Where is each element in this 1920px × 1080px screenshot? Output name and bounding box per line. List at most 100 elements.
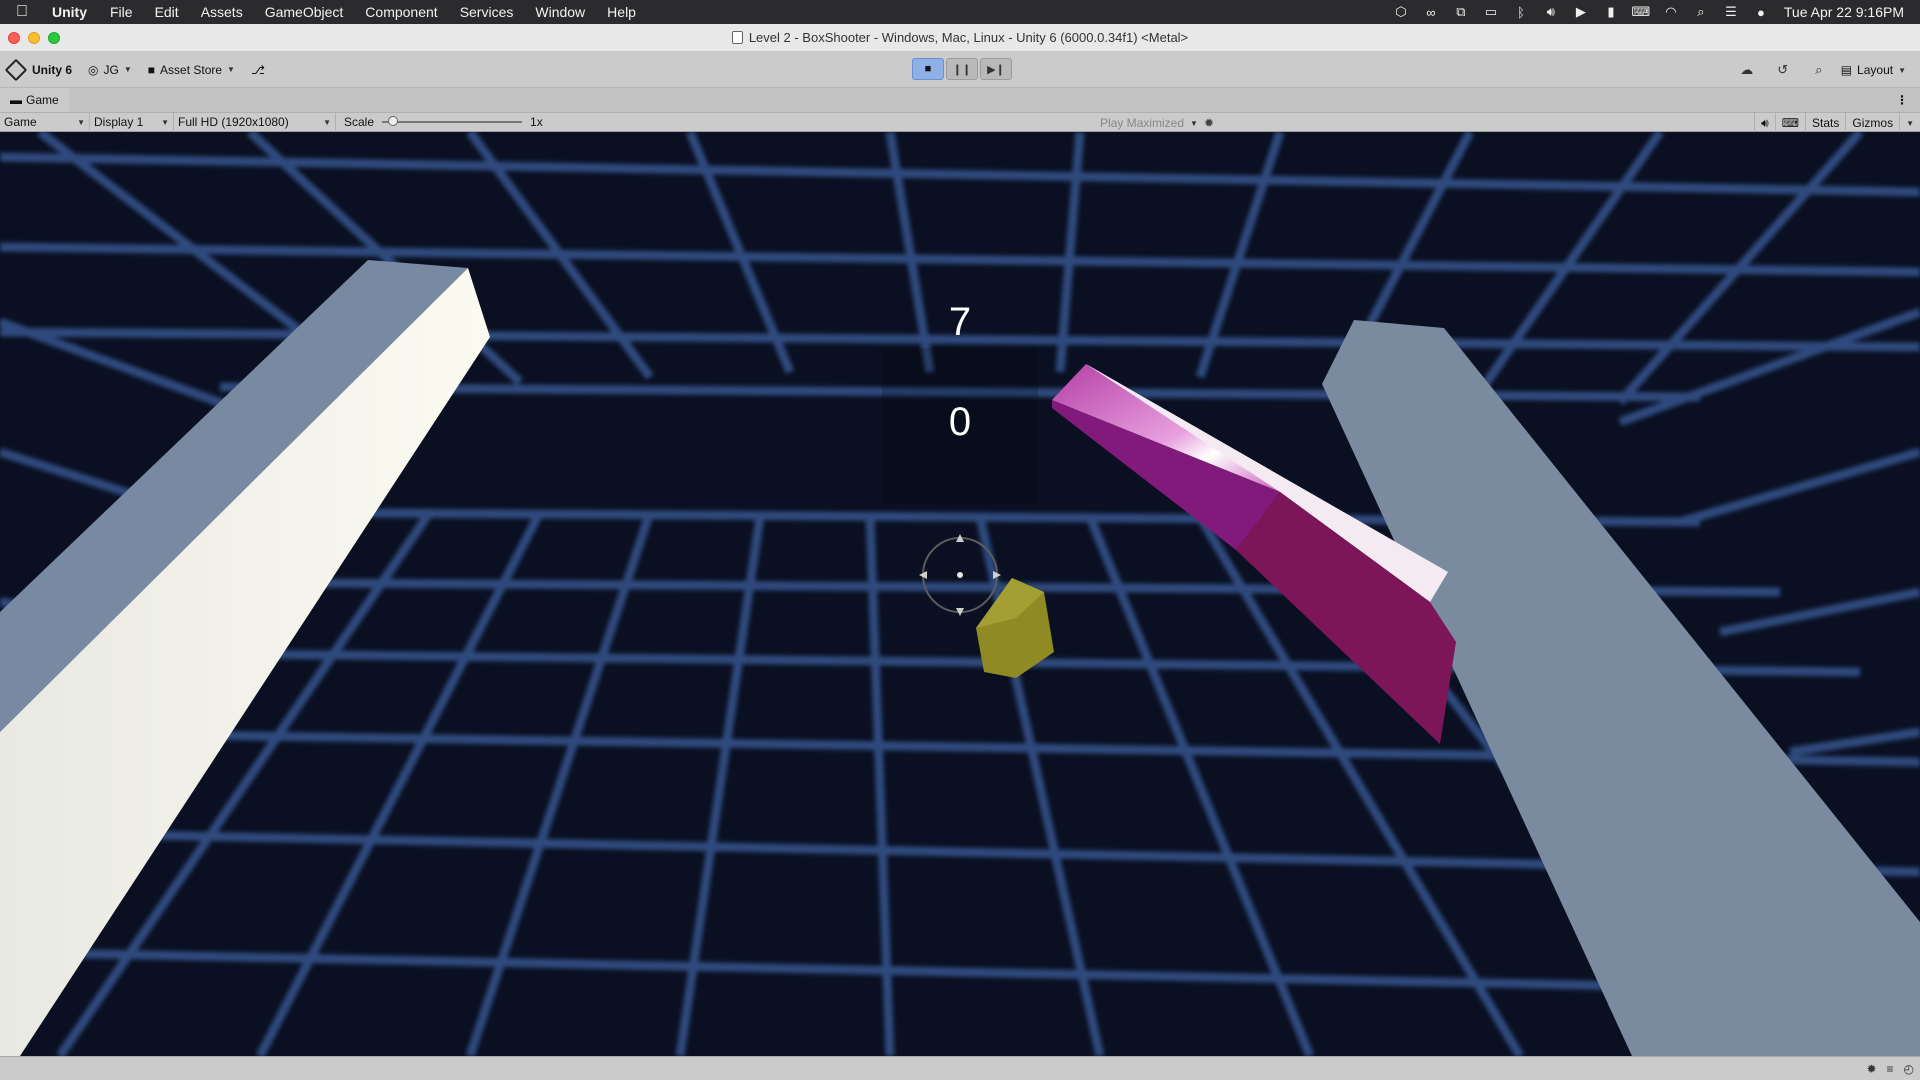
volume-icon[interactable]: 🔊︎: [1536, 0, 1566, 24]
window-controls: [8, 32, 60, 44]
spotlight-search-icon[interactable]: ⌕: [1686, 0, 1716, 24]
display-icon[interactable]: ▭: [1476, 0, 1506, 24]
chevron-down-icon: ▼: [1898, 65, 1906, 75]
chevron-down-icon: ▼: [323, 117, 331, 127]
stats-button[interactable]: Stats: [1805, 113, 1845, 133]
branch-icon: ⎇: [250, 62, 265, 77]
menubar-clock[interactable]: Tue Apr 22 9:16PM: [1776, 4, 1910, 20]
game-scene: [0, 132, 1920, 1056]
bluetooth-icon[interactable]: ᛒ: [1506, 0, 1536, 24]
resolution-dropdown[interactable]: Full HD (1920x1080) ▼: [174, 112, 336, 132]
scale-slider[interactable]: [382, 116, 523, 126]
scale-control: Scale 1x: [336, 115, 551, 129]
playmode-controls: ■ ❙❙ ▶❙: [912, 58, 1012, 80]
display-dropdown[interactable]: Display 1 ▼: [90, 112, 174, 132]
step-button[interactable]: ▶❙: [980, 58, 1012, 80]
game-view-toolbar: Game ▼ Display 1 ▼ Full HD (1920x1080) ▼…: [0, 112, 1920, 133]
now-playing-icon[interactable]: ▶: [1566, 0, 1596, 24]
view-mode-label: Game: [4, 115, 37, 129]
unity-version-button[interactable]: Unity 6: [0, 58, 80, 82]
play-mode-label: Play Maximized: [1100, 116, 1185, 130]
layout-label: Layout: [1857, 63, 1894, 77]
keyboard-shortcuts-icon[interactable]: ⌨: [1774, 113, 1805, 133]
battery-icon[interactable]: ▮: [1596, 0, 1626, 24]
status-menu-extras: ⬡ ∞ ⧉ ▭ ᛒ 🔊︎ ▶ ▮ ⌨ ◠ ⌕ ☰ ● Tue Apr 22 9:…: [1386, 0, 1920, 24]
game-viewport[interactable]: 7 0: [0, 132, 1920, 1056]
cloud-icon[interactable]: ☁: [1729, 52, 1765, 88]
hud-timer: 7: [948, 300, 972, 344]
hud-score: 0: [948, 400, 972, 444]
version-control-button[interactable]: ⎇: [243, 58, 273, 82]
chevron-down-icon: ▼: [227, 65, 235, 74]
mute-audio-icon[interactable]: 🔊︎: [1754, 113, 1775, 133]
scale-slider-handle[interactable]: [388, 116, 399, 126]
account-dropdown[interactable]: ◎ JG ▼: [80, 58, 140, 82]
asset-store-label: Asset Store: [160, 62, 223, 77]
window-stack-icon[interactable]: ⧉: [1446, 0, 1476, 24]
minimize-window-button[interactable]: [28, 32, 40, 44]
menu-gameobject[interactable]: GameObject: [254, 4, 355, 20]
wifi-icon[interactable]: ◠: [1656, 0, 1686, 24]
stop-button[interactable]: ■: [912, 58, 944, 80]
menu-window[interactable]: Window: [524, 4, 596, 20]
unity-logo-icon: [4, 58, 28, 81]
unity-toolbar: Unity 6 ◎ JG ▼ ■ Asset Store ▼ ⎇ ■ ❙❙ ▶❙…: [0, 52, 1920, 88]
close-window-button[interactable]: [8, 32, 20, 44]
stop-icon: ■: [924, 63, 932, 75]
menu-app-unity[interactable]: Unity: [44, 4, 99, 20]
chevron-down-icon: ▼: [1190, 118, 1198, 128]
menu-assets[interactable]: Assets: [190, 4, 254, 20]
menu-component[interactable]: Component: [354, 4, 448, 20]
unity-cube-status-icon[interactable]: ⬡: [1386, 0, 1416, 24]
account-icon: ◎: [88, 62, 99, 77]
history-icon[interactable]: ↺: [1765, 52, 1801, 88]
chevron-down-icon: ▼: [161, 117, 169, 127]
window-titlebar: Level 2 - BoxShooter - Windows, Mac, Lin…: [0, 24, 1920, 52]
chevron-down-icon: ▼: [77, 117, 85, 127]
gizmos-button[interactable]: Gizmos: [1845, 113, 1899, 133]
toolbar-right: ☁ ↺ ⌕ ▤ Layout ▼: [1729, 52, 1920, 88]
keyboard-icon[interactable]: ⌨: [1626, 0, 1656, 24]
control-center-icon[interactable]: ☰: [1716, 0, 1746, 24]
menu-help[interactable]: Help: [596, 4, 647, 20]
gizmos-dropdown-chevron-icon[interactable]: ▼: [1899, 113, 1920, 133]
step-icon: ▶❙: [987, 63, 1005, 76]
display-label: Display 1: [94, 115, 144, 129]
bug-icon[interactable]: ✹: [1204, 116, 1214, 130]
chevron-down-icon: ▼: [123, 65, 132, 74]
maximize-window-button[interactable]: [48, 32, 60, 44]
window-title: Level 2 - BoxShooter - Windows, Mac, Lin…: [748, 30, 1189, 45]
unity-version-label: Unity 6: [32, 62, 73, 77]
macos-menubar:  Unity File Edit Assets GameObject Comp…: [0, 0, 1920, 24]
status-bar: ✹ ≡ ◴: [0, 1056, 1920, 1080]
menu-file[interactable]: File: [99, 4, 144, 20]
bug-report-icon[interactable]: ✹: [1866, 1062, 1876, 1076]
scale-value: 1x: [530, 115, 543, 129]
pause-icon: ❙❙: [952, 63, 972, 76]
tab-options-icon[interactable]: ⋮: [1896, 93, 1920, 107]
account-label: JG: [103, 62, 119, 77]
layout-dropdown[interactable]: ▤ Layout ▼: [1837, 63, 1920, 77]
shopping-bag-icon: ■: [147, 62, 156, 77]
play-mode-dropdown[interactable]: Play Maximized ▼ ✹: [1100, 113, 1214, 133]
menu-services[interactable]: Services: [449, 4, 525, 20]
gamepad-icon: ▬: [10, 93, 22, 107]
view-mode-dropdown[interactable]: Game ▼: [0, 112, 90, 132]
scale-label: Scale: [344, 115, 375, 129]
document-icon: [731, 31, 743, 44]
creative-cloud-icon[interactable]: ∞: [1416, 0, 1446, 24]
asset-store-dropdown[interactable]: ■ Asset Store ▼: [140, 58, 243, 82]
game-view-right-controls: 🔊︎ ⌨ Stats Gizmos ▼: [1754, 113, 1920, 133]
tab-game[interactable]: ▬ Game: [0, 88, 69, 112]
resolution-label: Full HD (1920x1080): [178, 115, 289, 129]
layout-icon: ▤: [1840, 63, 1853, 77]
siri-icon[interactable]: ●: [1746, 0, 1776, 24]
progress-status-icon[interactable]: ◴: [1904, 1062, 1914, 1076]
tab-strip: ▬ Game ⋮: [0, 88, 1920, 112]
apple-menu-icon[interactable]: : [0, 3, 44, 21]
tab-game-label: Game: [26, 93, 59, 107]
pause-button[interactable]: ❙❙: [946, 58, 978, 80]
menu-edit[interactable]: Edit: [144, 4, 190, 20]
layers-stack-icon[interactable]: ≡: [1887, 1062, 1894, 1076]
search-icon[interactable]: ⌕: [1801, 52, 1837, 88]
